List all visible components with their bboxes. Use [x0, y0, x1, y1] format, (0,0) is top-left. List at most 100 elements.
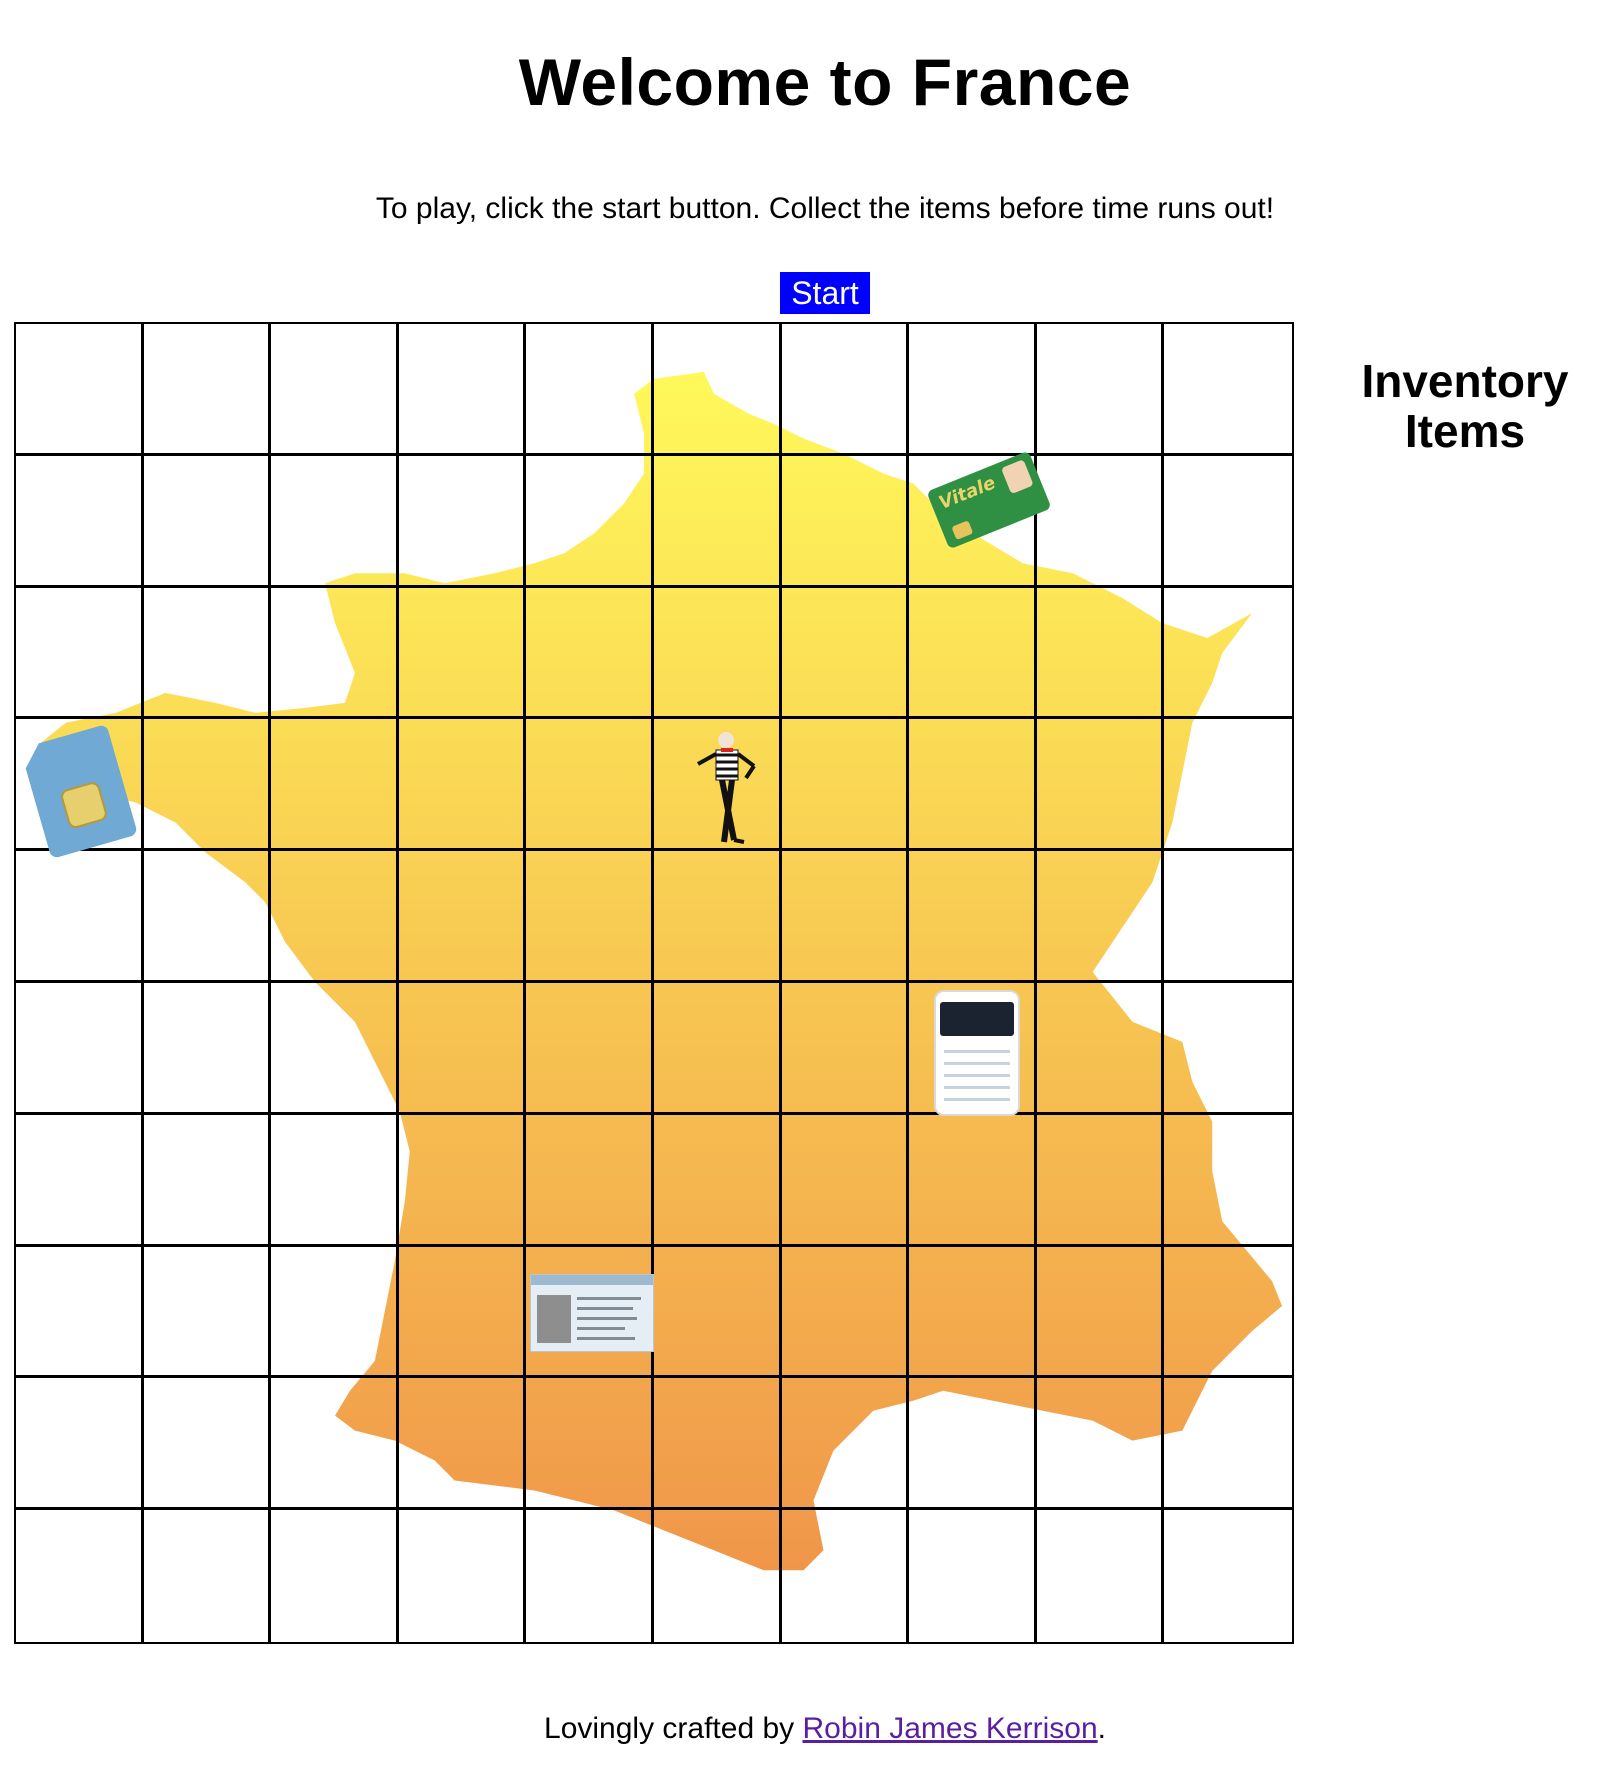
- board-cell[interactable]: [143, 983, 272, 1115]
- board-cell[interactable]: [909, 324, 1037, 456]
- board-cell[interactable]: [909, 1246, 1037, 1379]
- board-cell[interactable]: [781, 851, 910, 983]
- board-cell[interactable]: [1164, 324, 1292, 456]
- board-cell[interactable]: [398, 983, 527, 1115]
- board-cell[interactable]: [781, 983, 910, 1115]
- board-cell[interactable]: [653, 1246, 782, 1379]
- board-cell[interactable]: [654, 1510, 782, 1642]
- board-cell[interactable]: [271, 324, 399, 456]
- board-cell[interactable]: [653, 1114, 782, 1247]
- board-cell[interactable]: [781, 719, 910, 852]
- board-cell[interactable]: [271, 1246, 399, 1379]
- board-cell[interactable]: [526, 455, 654, 588]
- board-cell[interactable]: [781, 587, 910, 720]
- board-cell[interactable]: [16, 1114, 144, 1247]
- board-cell[interactable]: [1036, 983, 1165, 1115]
- board-cell[interactable]: [909, 851, 1037, 983]
- board-cell[interactable]: [16, 1510, 144, 1642]
- board-cell[interactable]: [1036, 1378, 1165, 1511]
- board-cell[interactable]: [1164, 1378, 1292, 1511]
- board-cell[interactable]: [526, 324, 654, 456]
- board-cell[interactable]: [1036, 324, 1165, 456]
- board-cell[interactable]: [1036, 1114, 1165, 1247]
- board-cell[interactable]: [909, 1510, 1037, 1642]
- board-cell[interactable]: [398, 324, 527, 456]
- board-cell[interactable]: [1164, 851, 1292, 983]
- board-cell[interactable]: [909, 1378, 1037, 1511]
- board-cell[interactable]: [143, 324, 272, 456]
- board-cell[interactable]: [653, 455, 782, 588]
- board-cell[interactable]: [781, 455, 910, 588]
- board-cell[interactable]: [143, 1246, 272, 1379]
- board-cell[interactable]: [782, 1510, 910, 1642]
- board-cell[interactable]: [143, 455, 272, 588]
- board-cell[interactable]: [526, 1114, 654, 1247]
- board-cell[interactable]: [398, 1246, 527, 1379]
- board-cell[interactable]: [909, 587, 1037, 720]
- board-cell[interactable]: [16, 851, 144, 983]
- board-cell[interactable]: [1164, 456, 1292, 588]
- board-cell[interactable]: [398, 455, 527, 588]
- board-cell[interactable]: [909, 1114, 1037, 1247]
- board-cell[interactable]: [1036, 1246, 1165, 1379]
- board-cell[interactable]: [526, 983, 654, 1115]
- board-cell[interactable]: [16, 1246, 144, 1379]
- board-cell[interactable]: [398, 719, 527, 852]
- board-cell[interactable]: [1164, 983, 1292, 1115]
- board-cell[interactable]: [271, 587, 399, 720]
- board-cell[interactable]: [1037, 1510, 1165, 1642]
- board-cell[interactable]: [1036, 719, 1165, 852]
- mime-player[interactable]: [694, 730, 764, 848]
- board-cell[interactable]: [271, 1378, 399, 1511]
- board-cell[interactable]: [1036, 851, 1165, 983]
- board-cell[interactable]: [143, 851, 272, 983]
- board-cell[interactable]: [526, 851, 654, 983]
- board-cell[interactable]: [781, 1378, 910, 1511]
- board-cell[interactable]: [271, 1510, 399, 1642]
- residence-permit-item[interactable]: [530, 1274, 654, 1352]
- board-cell[interactable]: [1036, 455, 1165, 588]
- board-cell[interactable]: [1164, 588, 1292, 720]
- board-cell[interactable]: [1164, 1247, 1292, 1379]
- board-cell[interactable]: [398, 1114, 527, 1247]
- board-cell[interactable]: [653, 324, 782, 456]
- board-cell[interactable]: [16, 455, 144, 588]
- board-cell[interactable]: [781, 1114, 910, 1247]
- board-cell[interactable]: [398, 587, 527, 720]
- board-cell[interactable]: [271, 983, 399, 1115]
- board-cell[interactable]: [271, 455, 399, 588]
- board-cell[interactable]: [526, 719, 654, 852]
- board-cell[interactable]: [526, 1510, 654, 1642]
- author-link[interactable]: Robin James Kerrison: [803, 1712, 1098, 1745]
- board-cell[interactable]: [271, 719, 399, 852]
- start-button[interactable]: Start: [780, 272, 870, 314]
- board-cell[interactable]: [781, 1246, 910, 1379]
- board-cell[interactable]: [16, 324, 144, 456]
- board-cell[interactable]: [653, 587, 782, 720]
- board-cell[interactable]: [1164, 719, 1292, 852]
- board-cell[interactable]: [143, 719, 272, 852]
- board-cell[interactable]: [909, 719, 1037, 852]
- board-cell[interactable]: [143, 587, 272, 720]
- banking-phone-item[interactable]: [934, 990, 1020, 1116]
- board-cell[interactable]: [398, 851, 527, 983]
- board-cell[interactable]: [16, 1378, 144, 1511]
- board-cell[interactable]: [526, 1378, 654, 1511]
- board-cell[interactable]: [653, 983, 782, 1115]
- board-cell[interactable]: [526, 587, 654, 720]
- board-cell[interactable]: [398, 1378, 527, 1511]
- board-cell[interactable]: [16, 983, 144, 1115]
- board-cell[interactable]: [144, 1510, 272, 1642]
- board-cell[interactable]: [271, 1114, 399, 1247]
- board-cell[interactable]: [653, 1378, 782, 1511]
- board-cell[interactable]: [781, 324, 910, 456]
- board-cell[interactable]: [1036, 587, 1165, 720]
- board-cell[interactable]: [143, 1378, 272, 1511]
- board-cell[interactable]: [271, 851, 399, 983]
- board-cell[interactable]: [16, 587, 144, 720]
- board-cell[interactable]: [653, 851, 782, 983]
- board-cell[interactable]: [1164, 1510, 1292, 1642]
- board-cell[interactable]: [1164, 1115, 1292, 1247]
- board-cell[interactable]: [399, 1510, 527, 1642]
- board-cell[interactable]: [143, 1114, 272, 1247]
